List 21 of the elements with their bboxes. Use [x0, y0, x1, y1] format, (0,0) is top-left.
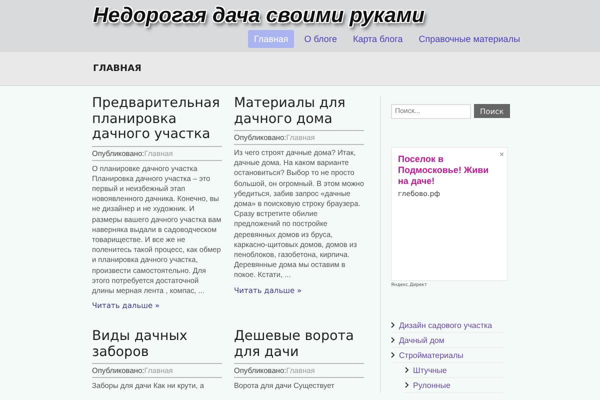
- chevron-icon: [391, 352, 395, 358]
- breadcrumb: ГЛАВНАЯ: [93, 64, 142, 74]
- post-title[interactable]: Дешевые ворота для дачи: [234, 329, 364, 364]
- nav-link[interactable]: Карта блога: [346, 30, 409, 48]
- close-button[interactable]: ×: [499, 150, 504, 159]
- chevron-icon: [391, 322, 395, 328]
- category-link[interactable]: Стройматериалы: [391, 348, 503, 363]
- category-link[interactable]: Дачный дом: [391, 333, 503, 348]
- chevron-icon: [391, 337, 395, 343]
- category-link[interactable]: Дизайн садового участка: [391, 318, 503, 333]
- chevron-icon: [405, 367, 409, 373]
- nav-link[interactable]: Справочные материалы: [412, 30, 526, 48]
- post-title[interactable]: Виды дачных заборов: [92, 329, 222, 364]
- post-title[interactable]: Предварительная планировка дачного участка: [92, 96, 222, 146]
- category-link[interactable]: Штучные: [405, 363, 503, 378]
- ad-headline[interactable]: Поселок в Подмосковье! Живи на даче!: [398, 154, 498, 187]
- nav-link[interactable]: О блоге: [298, 30, 343, 48]
- post-title[interactable]: Материалы для дачного дома: [234, 96, 364, 131]
- site-title: Недорогая дача своими руками: [93, 4, 425, 28]
- category-link[interactable]: Рулонные: [405, 378, 503, 393]
- chevron-icon: [405, 382, 409, 388]
